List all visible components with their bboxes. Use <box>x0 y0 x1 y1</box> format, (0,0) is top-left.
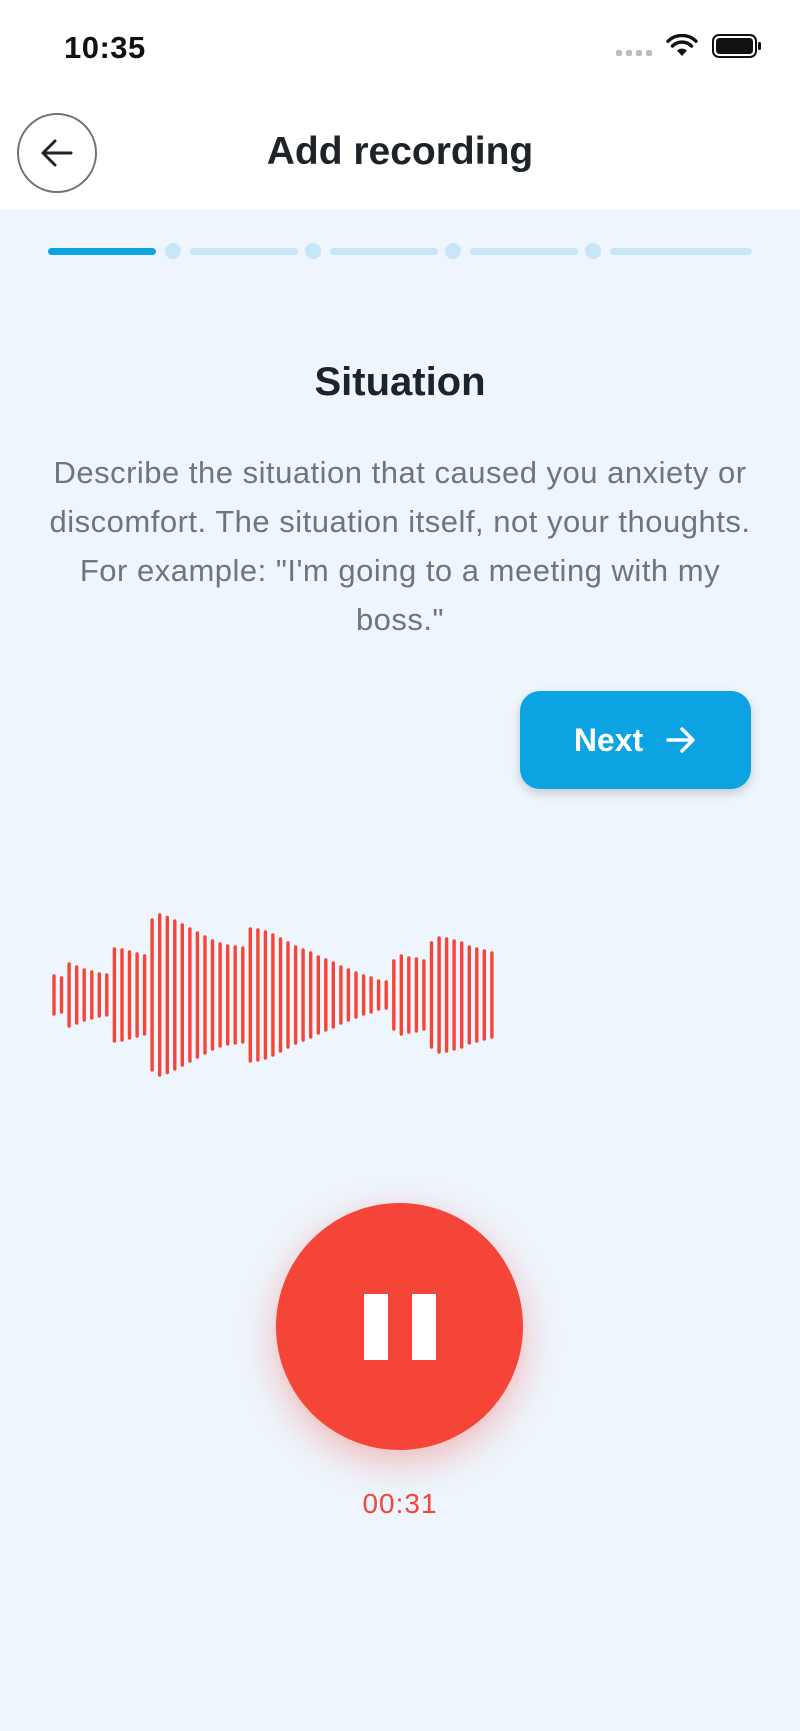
pause-icon-bar <box>411 1293 436 1360</box>
progress-segment-3 <box>330 248 438 255</box>
progress-segment-4 <box>470 248 578 255</box>
battery-icon <box>712 34 761 58</box>
next-button[interactable]: Next <box>520 691 751 789</box>
pause-icon <box>363 1293 388 1360</box>
signal-icon <box>616 50 652 56</box>
progress-segment-5 <box>610 248 752 255</box>
header: Add recording <box>0 100 800 210</box>
status-bar: 10:35 <box>0 0 800 100</box>
progress-segment-1 <box>48 248 156 255</box>
status-icons <box>616 34 762 58</box>
audio-waveform <box>52 913 494 1077</box>
progress-dot-3 <box>305 243 321 259</box>
step-progress <box>48 243 752 259</box>
progress-dot-5 <box>585 243 601 259</box>
progress-dot-2 <box>165 243 181 259</box>
arrow-right-icon <box>666 727 695 753</box>
page-title: Add recording <box>266 130 534 173</box>
progress-segment-2 <box>190 248 298 255</box>
status-time: 10:35 <box>64 30 146 65</box>
progress-dot-4 <box>445 243 461 259</box>
step-title: Situation <box>314 360 486 404</box>
next-button-label: Next <box>573 721 644 758</box>
step-description: Describe the situation that caused you a… <box>49 455 751 637</box>
pause-recording-button[interactable] <box>276 1203 523 1450</box>
wifi-icon <box>666 34 698 56</box>
recording-timer: 00:31 <box>362 1488 438 1519</box>
